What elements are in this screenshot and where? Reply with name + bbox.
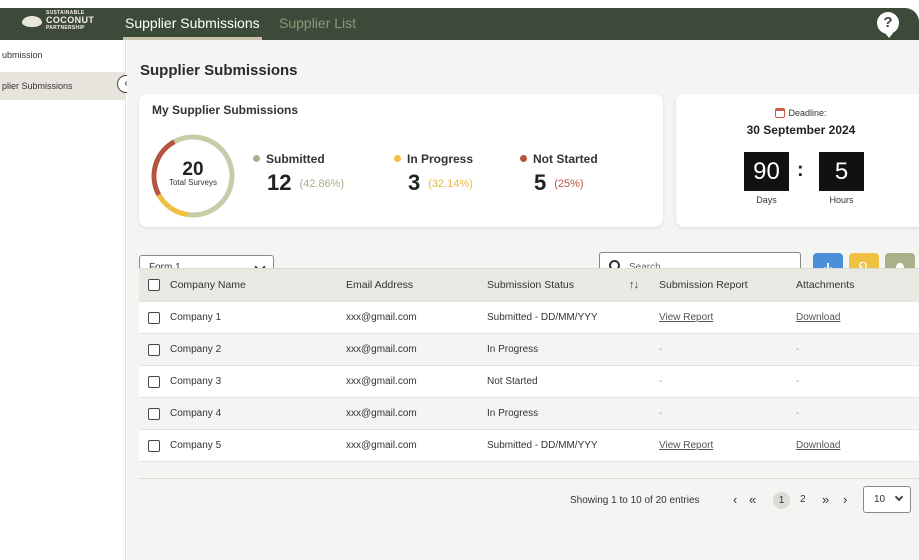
page-size-value: 10 [874,494,886,505]
cell-report-empty: - [659,408,663,419]
coconut-leaf-icon [22,16,42,27]
status-dot-in-progress [394,155,401,163]
table-row: Company 2 xxx@gmail.com In Progress - - [139,334,919,366]
deadline-label-row: Deadline: [676,107,919,119]
table-row: Company 5 xxx@gmail.com Submitted - DD/MM/… [139,430,919,462]
cell-company-name: Company 1 [170,312,222,323]
cell-submission-status: Submitted - DD/MM/YYY [487,312,598,323]
tab-supplier-list[interactable]: Supplier List [279,15,356,31]
countdown-days-label: Days [756,195,777,205]
cell-email-address: xxx@gmail.com [346,344,417,355]
table-body: Company 1 xxx@gmail.com Submitted - DD/MM/… [139,302,919,462]
deadline-card: Deadline: 30 September 2024 90 : 5 Days … [676,94,919,227]
stat-in-progress-value: 3 [408,170,421,195]
cell-company-name: Company 4 [170,408,222,419]
view-report-link[interactable]: View Report [659,430,713,461]
cell-attachment-empty: - [796,376,800,387]
table-row: Company 1 xxx@gmail.com Submitted - DD/MM/… [139,302,919,334]
summary-card-title: My Supplier Submissions [152,103,299,117]
table-header-row: Company Name Email Address Submission St… [139,268,919,302]
status-dot-submitted [253,155,260,163]
cell-submission-status: Not Started [487,376,538,387]
stat-submitted-label: Submitted [266,152,325,166]
chevron-down-icon [894,492,904,502]
cell-attachment-empty: - [796,344,800,355]
stat-not-started: Not Started 5 (25%) [520,152,598,196]
download-link[interactable]: Download [796,430,840,461]
countdown-hours-label: Hours [829,195,854,205]
first-page-icon[interactable]: « [749,492,756,507]
row-checkbox[interactable] [148,311,160,324]
cell-email-address: xxx@gmail.com [346,376,417,387]
brand-logo[interactable]: SUSTAINABLE COCONUT PARTNERSHIP [22,10,94,36]
status-dot-not-started [520,155,527,163]
sort-icon[interactable]: ↑↓ [629,269,639,301]
submissions-table: Company Name Email Address Submission St… [139,268,919,462]
stat-in-progress-percent: (32.14%) [428,178,473,190]
summary-card: My Supplier Submissions 20 Total Surveys… [139,94,663,227]
pager-divider [139,478,919,479]
sidebar-item-supplier-submissions[interactable]: plier Submissions [0,72,126,100]
row-checkbox[interactable] [148,343,160,356]
row-checkbox[interactable] [148,407,160,420]
stat-submitted: Submitted 12 (42.86%) [253,152,344,196]
calendar-icon [775,107,786,118]
page-2-button[interactable]: 2 [800,494,806,505]
download-link[interactable]: Download [796,302,840,333]
row-checkbox[interactable] [148,439,160,452]
cell-email-address: xxx@gmail.com [346,408,417,419]
previous-page-icon[interactable]: ‹ [733,492,737,507]
cell-attachment-empty: - [796,408,800,419]
pagination-info: Showing 1 to 10 of 20 entries [570,495,700,506]
cell-company-name: Company 3 [170,376,222,387]
stat-not-started-label: Not Started [533,152,598,166]
page-title: Supplier Submissions [140,62,298,79]
page-1-button[interactable]: 1 [773,492,790,509]
countdown-days: 90 [744,152,789,191]
table-row: Company 3 xxx@gmail.com Not Started - - [139,366,919,398]
select-all-checkbox[interactable] [148,279,160,291]
table-row: Company 4 xxx@gmail.com In Progress - - [139,398,919,430]
brand-line-3: PARTNERSHIP [46,25,85,31]
header-submission-report[interactable]: Submission Report [659,269,748,301]
stat-not-started-percent: (25%) [554,178,584,190]
help-icon[interactable]: ? [877,12,899,38]
cell-submission-status: In Progress [487,408,539,419]
cell-submission-status: In Progress [487,344,539,355]
deadline-date: 30 September 2024 [746,123,856,137]
stat-submitted-percent: (42.86%) [299,178,345,190]
header-attachments[interactable]: Attachments [796,269,854,301]
page-size-select[interactable]: 10 [863,486,911,513]
stat-in-progress: In Progress 3 (32.14%) [394,152,473,196]
cell-submission-status: Submitted - DD/MM/YYY [487,440,598,451]
stat-in-progress-label: In Progress [407,152,474,166]
view-report-link[interactable]: View Report [659,302,713,333]
total-surveys-label: Total Surveys [168,178,218,187]
last-page-icon[interactable]: » [822,492,829,507]
cell-email-address: xxx@gmail.com [346,440,417,451]
sidebar-item-submission[interactable]: ubmission [0,50,126,68]
countdown-hours: 5 [819,152,864,191]
top-navigation-bar: SUSTAINABLE COCONUT PARTNERSHIP Supplier… [0,8,919,40]
stat-not-started-value: 5 [534,170,547,195]
stat-submitted-value: 12 [267,170,292,195]
countdown-separator: : [797,159,804,181]
cell-report-empty: - [659,376,663,387]
cell-email-address: xxx@gmail.com [346,312,417,323]
header-submission-status[interactable]: Submission Status [487,269,574,301]
cell-report-empty: - [659,344,663,355]
header-email-address[interactable]: Email Address [346,269,413,301]
row-checkbox[interactable] [148,375,160,388]
brand-line-2: COCONUT [46,15,95,25]
sidebar: ubmission plier Submissions [0,40,126,560]
cell-company-name: Company 2 [170,344,222,355]
tab-supplier-submissions[interactable]: Supplier Submissions [123,15,262,40]
deadline-label: Deadline: [788,108,827,118]
header-company-name[interactable]: Company Name [170,269,246,301]
cell-company-name: Company 5 [170,440,222,451]
next-page-icon[interactable]: › [843,492,847,507]
